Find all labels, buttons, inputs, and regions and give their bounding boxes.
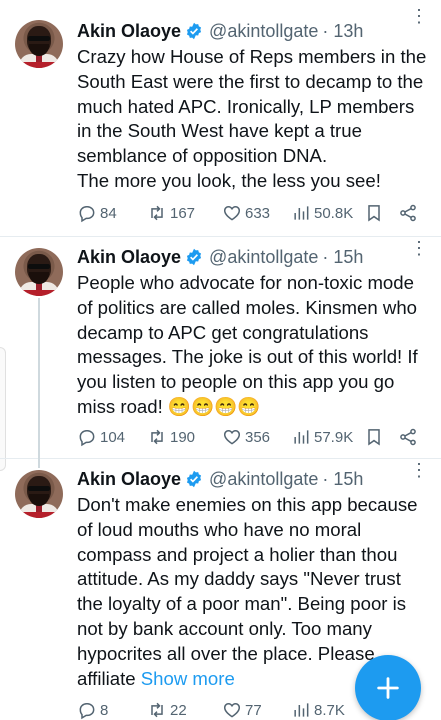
reply-count: 8 xyxy=(100,701,109,719)
bookmark-icon xyxy=(368,429,380,446)
verified-badge-icon xyxy=(186,248,202,266)
reply-button[interactable]: 84 xyxy=(77,202,117,224)
like-icon xyxy=(223,205,241,221)
like-icon xyxy=(223,429,241,445)
like-button[interactable]: 77 xyxy=(222,699,262,720)
views-icon xyxy=(294,430,309,444)
show-more-link[interactable]: Show more xyxy=(141,668,235,689)
tweet-actions: 84 167 633 50.8K xyxy=(77,202,427,224)
retweet-icon xyxy=(151,429,163,445)
bookmark-button[interactable] xyxy=(364,202,384,224)
like-button[interactable]: 633 xyxy=(222,202,270,224)
tweet-text: People who advocate for non-toxic mode o… xyxy=(77,272,418,417)
retweet-count: 22 xyxy=(170,701,187,719)
views-count: 50.8K xyxy=(314,204,354,222)
author-name[interactable]: Akin Olaoye xyxy=(77,21,181,42)
views-icon xyxy=(294,206,309,220)
retweet-button[interactable]: 190 xyxy=(147,426,195,448)
tweet-time[interactable]: · 13h xyxy=(322,21,363,42)
retweet-button[interactable]: 167 xyxy=(147,202,195,224)
tweet-actions: 104 190 356 57.9K xyxy=(77,426,427,448)
tweet[interactable]: Akin Olaoye @akintollgate · 13h ⋮ Crazy … xyxy=(0,0,441,237)
like-icon xyxy=(223,702,241,718)
reply-count: 104 xyxy=(100,428,126,446)
timeline: Akin Olaoye @akintollgate · 13h ⋮ Crazy … xyxy=(0,0,441,720)
tweet-header: Akin Olaoye @akintollgate · 13h xyxy=(77,18,363,44)
author-handle[interactable]: @akintollgate xyxy=(209,21,318,42)
compose-plus-icon xyxy=(377,677,399,699)
verified-badge-icon xyxy=(186,22,202,40)
share-button[interactable] xyxy=(398,202,418,224)
views-button[interactable]: 50.8K xyxy=(291,202,353,224)
views-button[interactable]: 57.9K xyxy=(291,426,353,448)
share-icon xyxy=(400,428,416,446)
thread-connector xyxy=(38,298,40,468)
reply-button[interactable]: 104 xyxy=(77,426,125,448)
reply-icon xyxy=(79,430,95,447)
retweet-count: 190 xyxy=(170,428,196,446)
like-count: 633 xyxy=(245,204,271,222)
tweet[interactable]: Akin Olaoye @akintollgate · 15h ⋮ People… xyxy=(0,238,441,468)
like-count: 77 xyxy=(245,701,262,719)
avatar[interactable] xyxy=(15,20,63,68)
author-name[interactable]: Akin Olaoye xyxy=(77,247,181,268)
bookmark-icon xyxy=(368,205,380,222)
tweet-time[interactable]: · 15h xyxy=(322,469,363,490)
more-options-icon[interactable]: ⋮ xyxy=(410,6,429,27)
reply-icon xyxy=(79,206,95,223)
avatar[interactable] xyxy=(15,248,63,296)
views-count: 57.9K xyxy=(314,428,354,446)
tweet-text-body: Don't make enemies on this app because o… xyxy=(77,494,418,689)
author-handle[interactable]: @akintollgate xyxy=(209,247,318,268)
tweet-header: Akin Olaoye @akintollgate · 15h xyxy=(77,244,363,270)
verified-badge-icon xyxy=(186,470,202,488)
tweet-time[interactable]: · 15h xyxy=(322,247,363,268)
tweet-header: Akin Olaoye @akintollgate · 15h xyxy=(77,466,363,492)
retweet-icon xyxy=(151,205,163,221)
views-count: 8.7K xyxy=(314,701,345,719)
share-button[interactable] xyxy=(398,426,418,448)
retweet-count: 167 xyxy=(170,204,196,222)
retweet-icon xyxy=(151,702,163,718)
like-button[interactable]: 356 xyxy=(222,426,270,448)
tweet-text: Crazy how House of Reps members in the S… xyxy=(77,46,427,191)
like-count: 356 xyxy=(245,428,271,446)
reply-icon xyxy=(79,703,95,720)
avatar[interactable] xyxy=(15,470,63,518)
reply-button[interactable]: 8 xyxy=(77,699,108,720)
more-options-icon[interactable]: ⋮ xyxy=(410,238,429,259)
reply-count: 84 xyxy=(100,204,117,222)
bookmark-button[interactable] xyxy=(364,426,384,448)
author-handle[interactable]: @akintollgate xyxy=(209,469,318,490)
views-button[interactable]: 8.7K xyxy=(291,699,345,720)
more-options-icon[interactable]: ⋮ xyxy=(410,460,429,481)
share-icon xyxy=(400,204,416,222)
author-name[interactable]: Akin Olaoye xyxy=(77,469,181,490)
views-icon xyxy=(294,703,309,717)
compose-button[interactable] xyxy=(355,655,421,720)
retweet-button[interactable]: 22 xyxy=(147,699,187,720)
